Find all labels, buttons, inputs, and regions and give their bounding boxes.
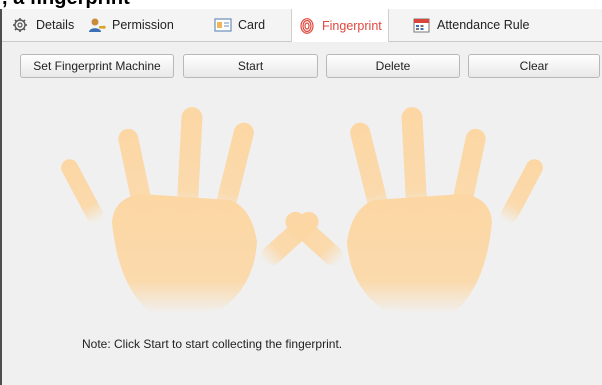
- calendar-icon: [413, 17, 431, 33]
- start-button[interactable]: Start: [183, 54, 318, 78]
- tab-attendance-rule[interactable]: Attendance Rule: [407, 9, 535, 41]
- hands-illustration: [58, 107, 546, 314]
- tab-permission-label: Permission: [112, 18, 174, 32]
- tab-bar: Details Permission Card Fingerprint Atte…: [2, 9, 602, 42]
- instruction-note: Note: Click Start to start collecting th…: [82, 337, 343, 351]
- left-hand-icon[interactable]: [58, 107, 323, 314]
- tab-fingerprint[interactable]: Fingerprint: [291, 9, 389, 42]
- person-key-icon: [88, 17, 106, 33]
- tab-details[interactable]: Details: [6, 9, 80, 41]
- fingerprint-icon: [298, 17, 316, 34]
- clear-button[interactable]: Clear: [468, 54, 600, 78]
- tab-fingerprint-label: Fingerprint: [322, 18, 382, 33]
- tab-card-label: Card: [238, 18, 266, 32]
- tab-attendance-rule-label: Attendance Rule: [437, 18, 530, 32]
- fingerprint-panel: Set Fingerprint Machine Start Delete Cle…: [2, 42, 602, 385]
- id-card-icon: [214, 17, 232, 33]
- tab-card[interactable]: Card: [208, 9, 271, 41]
- top-strip: , a fingerprint: [0, 0, 602, 9]
- set-fingerprint-machine-button[interactable]: Set Fingerprint Machine: [20, 54, 174, 78]
- delete-button[interactable]: Delete: [326, 54, 460, 78]
- tab-details-label: Details: [36, 18, 75, 32]
- right-hand-icon[interactable]: [281, 107, 546, 314]
- person-editor-window: Details Permission Card Fingerprint Atte…: [0, 9, 602, 385]
- tab-permission[interactable]: Permission: [82, 9, 180, 41]
- gear-icon: [12, 17, 30, 33]
- cropped-heading: , a fingerprint: [2, 0, 130, 9]
